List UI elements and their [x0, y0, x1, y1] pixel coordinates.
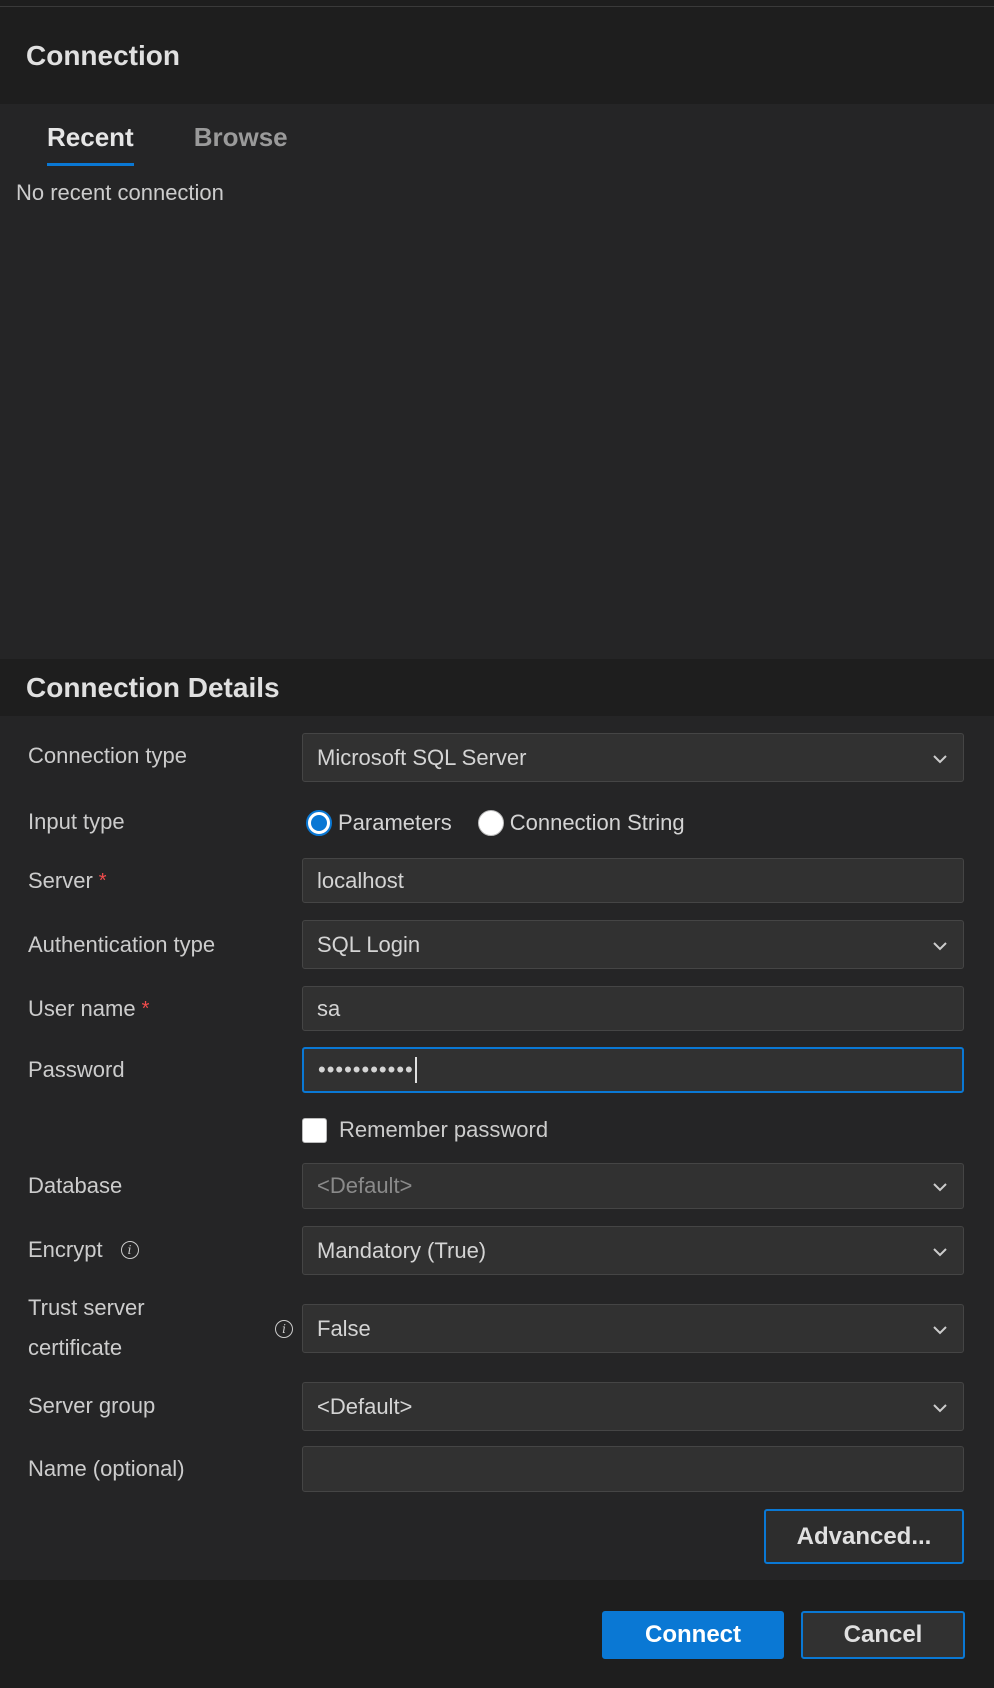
- password-input[interactable]: •••••••••••: [302, 1047, 964, 1093]
- chevron-down-icon: [933, 754, 947, 763]
- info-icon[interactable]: i: [275, 1320, 293, 1338]
- connection-type-select[interactable]: Microsoft SQL Server: [302, 733, 964, 782]
- database-label: Database: [28, 1170, 122, 1202]
- info-icon[interactable]: i: [120, 1241, 139, 1259]
- server-value: localhost: [317, 867, 404, 893]
- connection-type-label-text: Connection type: [28, 743, 187, 768]
- connection-details-header: Connection Details: [0, 659, 994, 716]
- password-label-text: Password: [28, 1057, 125, 1082]
- encrypt-value: Mandatory (True): [317, 1237, 487, 1263]
- connect-button[interactable]: Connect: [602, 1611, 784, 1659]
- trust-cert-label-line2: certificate: [28, 1335, 123, 1360]
- advanced-button[interactable]: Advanced...: [764, 1509, 964, 1564]
- database-placeholder: <Default>: [317, 1173, 413, 1198]
- server-label: Server *: [28, 865, 107, 897]
- auth-type-label: Authentication type: [28, 929, 215, 961]
- parameters-radio-label[interactable]: Parameters: [338, 810, 452, 836]
- user-name-value: sa: [317, 995, 341, 1021]
- user-name-input[interactable]: sa: [302, 986, 964, 1031]
- auth-type-label-text: Authentication type: [28, 932, 216, 957]
- auth-type-select[interactable]: SQL Login: [302, 920, 964, 969]
- password-value: •••••••••••: [318, 1057, 414, 1082]
- trust-cert-select[interactable]: False: [302, 1304, 964, 1353]
- input-type-label-text: Input type: [28, 809, 125, 834]
- remember-password-label[interactable]: Remember password: [339, 1117, 548, 1143]
- connection-string-radio-label[interactable]: Connection String: [510, 810, 685, 836]
- server-label-text: Server: [28, 868, 93, 893]
- input-type-label: Input type: [28, 806, 125, 838]
- parameters-radio[interactable]: [306, 810, 332, 836]
- encrypt-label: Encrypt i: [28, 1234, 139, 1266]
- password-label: Password: [28, 1054, 125, 1086]
- name-optional-input[interactable]: [302, 1446, 964, 1492]
- chevron-down-icon: [933, 1325, 947, 1334]
- required-mark: *: [141, 997, 150, 1020]
- server-group-label: Server group: [28, 1390, 155, 1422]
- trust-cert-label-line1: Trust server: [28, 1295, 145, 1320]
- chevron-down-icon: [933, 1247, 947, 1256]
- auth-type-value: SQL Login: [317, 931, 421, 957]
- tab-browse[interactable]: Browse: [194, 116, 288, 168]
- connection-title: Connection: [26, 39, 180, 71]
- server-group-label-text: Server group: [28, 1393, 156, 1418]
- tab-recent[interactable]: Recent: [47, 116, 134, 168]
- name-optional-label: Name (optional): [28, 1453, 185, 1485]
- user-name-label: User name *: [28, 993, 149, 1025]
- server-group-value: <Default>: [317, 1393, 413, 1419]
- trust-cert-value: False: [317, 1315, 371, 1341]
- database-select[interactable]: <Default>: [302, 1163, 964, 1209]
- remember-password-checkbox[interactable]: [302, 1117, 327, 1143]
- top-border: [0, 0, 994, 7]
- cancel-button[interactable]: Cancel: [801, 1611, 965, 1659]
- name-optional-label-text: Name (optional): [28, 1456, 185, 1481]
- remember-password-row: Remember password: [302, 1115, 548, 1145]
- encrypt-select[interactable]: Mandatory (True): [302, 1226, 964, 1275]
- server-input[interactable]: localhost: [302, 858, 964, 903]
- required-mark: *: [98, 869, 107, 892]
- text-caret: [414, 1057, 417, 1083]
- database-label-text: Database: [28, 1173, 123, 1198]
- chevron-down-icon: [933, 941, 947, 950]
- server-group-select[interactable]: <Default>: [302, 1382, 964, 1431]
- connection-header: Connection: [0, 7, 994, 104]
- connection-type-value: Microsoft SQL Server: [317, 744, 527, 770]
- chevron-down-icon: [933, 1403, 947, 1412]
- no-recent-message: No recent connection: [16, 180, 224, 205]
- connection-string-radio[interactable]: [477, 810, 504, 836]
- connection-dialog: Connection Recent Browse No recent conne…: [0, 0, 994, 1688]
- connection-type-label: Connection type: [28, 740, 187, 772]
- input-type-radio-group: Parameters Connection String: [306, 808, 685, 838]
- user-name-label-text: User name: [28, 996, 136, 1021]
- connection-tabs: Recent Browse: [47, 116, 288, 168]
- encrypt-label-text: Encrypt: [28, 1237, 103, 1262]
- connection-details-title: Connection Details: [26, 671, 280, 703]
- trust-cert-label: Trust server certificate: [28, 1290, 145, 1366]
- chevron-down-icon: [933, 1183, 947, 1192]
